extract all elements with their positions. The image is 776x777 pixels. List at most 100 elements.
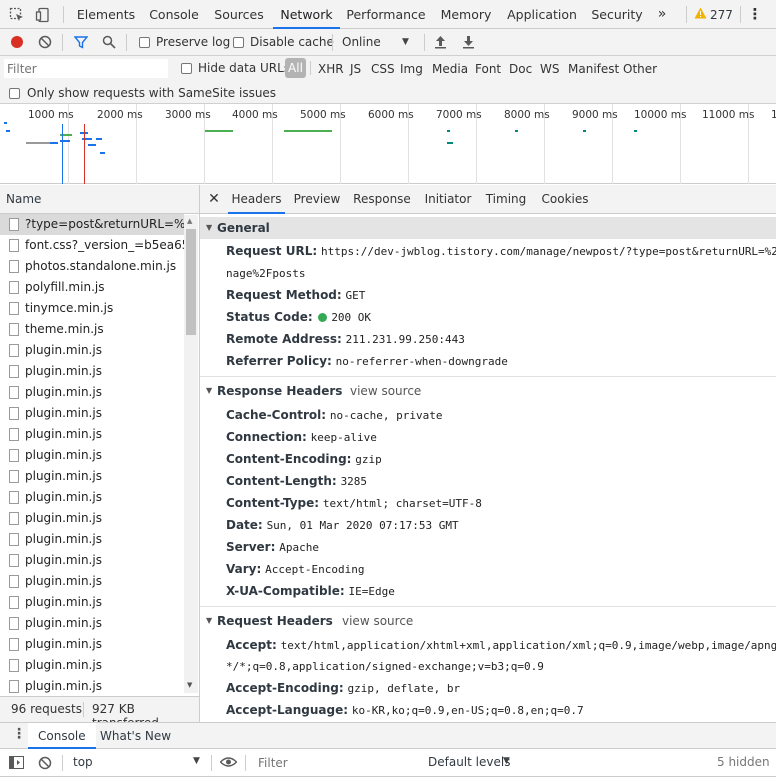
sidebar-toggle-icon[interactable] — [9, 756, 24, 772]
inspect-element-icon[interactable] — [6, 0, 28, 29]
filter-type-manifest[interactable]: Manifest — [568, 62, 619, 76]
request-row[interactable]: theme.min.js — [0, 319, 184, 340]
tab-preview[interactable]: Preview — [292, 185, 342, 214]
section-request-headers-header[interactable]: ▼ Request Headers view source — [200, 610, 776, 632]
filter-type-css[interactable]: CSS — [371, 62, 395, 76]
scroll-up-icon[interactable]: ▲ — [187, 217, 192, 225]
clear-icon[interactable] — [38, 35, 52, 52]
filter-type-other[interactable]: Other — [623, 62, 657, 76]
filter-input[interactable] — [4, 59, 168, 78]
request-row[interactable]: plugin.min.js — [0, 655, 184, 676]
separator — [740, 6, 741, 23]
drawer-tab-whats-new[interactable]: What's New — [100, 723, 171, 749]
separator — [424, 34, 425, 51]
filter-bar: Hide data URLs All XHR JS CSS Img Media … — [0, 56, 776, 104]
filter-type-xhr[interactable]: XHR — [318, 62, 344, 76]
drawer-menu-icon[interactable]: ⋮ — [12, 726, 26, 742]
response-header-row: Vary: Accept-Encoding — [226, 562, 364, 576]
record-button[interactable] — [10, 35, 24, 52]
disable-cache-checkbox[interactable]: Disable cache — [233, 29, 334, 55]
request-row[interactable]: plugin.min.js — [0, 445, 184, 466]
request-row[interactable]: polyfill.min.js — [0, 277, 184, 298]
request-row[interactable]: plugin.min.js — [0, 634, 184, 655]
eye-icon[interactable] — [219, 756, 238, 771]
request-name: plugin.min.js — [25, 658, 102, 672]
tab-performance[interactable]: Performance — [346, 0, 426, 29]
request-row[interactable]: plugin.min.js — [0, 529, 184, 550]
filter-type-media[interactable]: Media — [432, 62, 468, 76]
tab-memory[interactable]: Memory — [437, 0, 495, 29]
tab-elements[interactable]: Elements — [74, 0, 138, 29]
preserve-log-checkbox[interactable]: Preserve log — [139, 29, 230, 55]
tab-sources[interactable]: Sources — [210, 0, 268, 29]
request-row[interactable]: plugin.min.js — [0, 487, 184, 508]
tab-application[interactable]: Application — [506, 0, 578, 29]
console-filter-input[interactable] — [254, 753, 420, 773]
request-row[interactable]: plugin.min.js — [0, 466, 184, 487]
drawer-tab-console[interactable]: Console — [28, 723, 96, 749]
separator — [62, 34, 63, 51]
search-icon[interactable] — [102, 35, 116, 52]
request-row[interactable]: ?type=post&returnURL=%2F... — [0, 214, 184, 235]
request-row[interactable]: plugin.min.js — [0, 550, 184, 571]
tab-console[interactable]: Console — [144, 0, 204, 29]
more-tabs-button[interactable]: » — [652, 0, 672, 29]
kebab-menu-icon[interactable]: ⋮ — [746, 0, 764, 29]
request-row[interactable]: tinymce.min.js — [0, 298, 184, 319]
log-levels-select[interactable]: Default levels ▼ — [428, 755, 518, 771]
tab-response[interactable]: Response — [352, 185, 412, 214]
request-row[interactable]: plugin.min.js — [0, 592, 184, 613]
scrollbar[interactable]: ▲ ▼ — [184, 215, 198, 693]
tab-cookies[interactable]: Cookies — [540, 185, 590, 214]
column-header-name[interactable]: Name — [0, 185, 199, 214]
request-row[interactable]: font.css?_version_=b5ea65fa6 — [0, 235, 184, 256]
tab-network[interactable]: Network — [273, 0, 340, 29]
warnings-counter[interactable]: 277 — [694, 0, 733, 29]
filter-icon[interactable] — [73, 35, 89, 52]
network-overview[interactable]: 1000 ms 2000 ms 3000 ms 4000 ms 5000 ms … — [0, 104, 776, 184]
filter-type-img[interactable]: Img — [400, 62, 423, 76]
filter-type-ws[interactable]: WS — [540, 62, 559, 76]
scroll-down-icon[interactable]: ▼ — [187, 681, 192, 689]
samesite-checkbox[interactable]: Only show requests with SameSite issues — [9, 85, 276, 101]
view-source-link[interactable]: view source — [350, 380, 421, 402]
header-key: Content-Type: — [226, 496, 320, 510]
request-row[interactable]: plugin.min.js — [0, 508, 184, 529]
view-source-link[interactable]: view source — [342, 610, 413, 632]
request-row[interactable]: plugin.min.js — [0, 613, 184, 634]
clear-console-icon[interactable] — [38, 756, 52, 773]
request-row[interactable]: plugin.min.js — [0, 382, 184, 403]
header-key: Connection: — [226, 430, 307, 444]
request-row[interactable]: plugin.min.js — [0, 571, 184, 592]
filter-type-font[interactable]: Font — [475, 62, 501, 76]
timeline-bar — [50, 142, 58, 144]
filter-type-all[interactable]: All — [285, 58, 306, 78]
header-value: no-referrer-when-downgrade — [335, 355, 508, 368]
context-select[interactable]: top ▼ — [73, 755, 205, 771]
export-har-icon[interactable] — [462, 35, 475, 52]
tab-headers[interactable]: Headers — [228, 185, 285, 214]
section-response-headers-header[interactable]: ▼ Response Headers view source — [200, 380, 776, 402]
response-header-row: Date: Sun, 01 Mar 2020 07:17:53 GMT — [226, 518, 459, 532]
request-row[interactable]: plugin.min.js — [0, 361, 184, 382]
import-har-icon[interactable] — [434, 35, 447, 52]
request-row[interactable]: photos.standalone.min.js — [0, 256, 184, 277]
tab-timing[interactable]: Timing — [484, 185, 528, 214]
filter-type-doc[interactable]: Doc — [509, 62, 532, 76]
request-row[interactable]: plugin.min.js — [0, 340, 184, 361]
request-details: ✕ Headers Preview Response Initiator Tim… — [200, 185, 776, 722]
throttling-select[interactable]: Online ▼ — [342, 29, 416, 55]
section-general-header[interactable]: ▼ General — [200, 217, 776, 239]
tab-security[interactable]: Security — [589, 0, 645, 29]
request-row[interactable]: plugin.min.js — [0, 403, 184, 424]
close-icon[interactable]: ✕ — [206, 185, 222, 214]
request-name: plugin.min.js — [25, 385, 102, 399]
request-row[interactable]: plugin.min.js — [0, 676, 184, 697]
scrollbar-thumb[interactable] — [186, 229, 196, 335]
request-row[interactable]: plugin.min.js — [0, 424, 184, 445]
device-toolbar-icon[interactable] — [32, 0, 54, 29]
hide-data-urls-checkbox[interactable]: Hide data URLs — [181, 60, 290, 76]
filter-type-js[interactable]: JS — [350, 62, 361, 76]
tab-initiator[interactable]: Initiator — [422, 185, 474, 214]
header-value: no-cache, private — [329, 409, 443, 422]
